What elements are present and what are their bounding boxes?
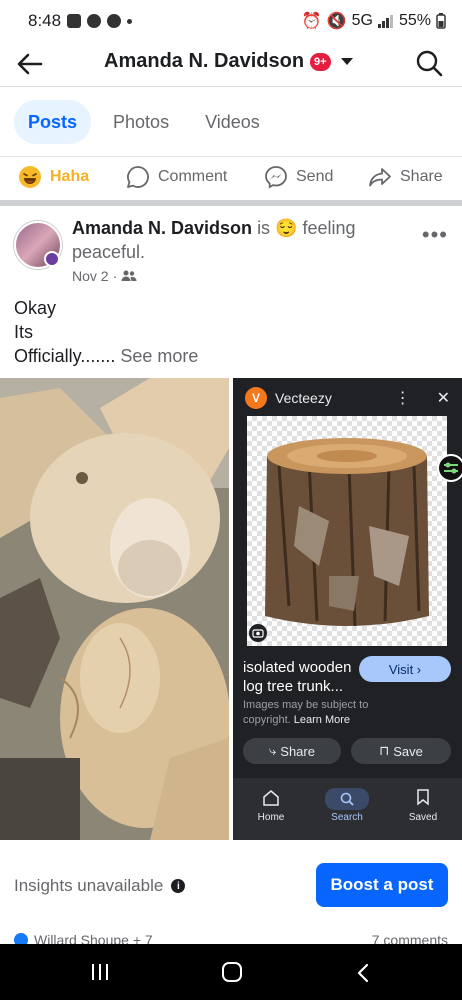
friends-icon: [121, 270, 137, 281]
home-icon: [263, 790, 279, 806]
status-time: 8:48: [28, 11, 62, 30]
post-photo-carving[interactable]: [0, 378, 229, 840]
lens-source-header: V Vecteezy ⋮ ✕: [245, 386, 450, 410]
visit-label: Visit: [388, 661, 414, 677]
lens-save-label: Save: [393, 743, 423, 759]
lens-nav-home-label: Home: [257, 812, 285, 823]
lens-caption: isolated wooden log tree trunk...: [243, 659, 352, 695]
share-arrow-icon: [369, 168, 391, 187]
battery-level: 55%: [398, 12, 431, 29]
lens-share-button: ⤷ Share: [243, 738, 341, 764]
insights-label: Insights unavailable: [14, 876, 164, 895]
post-options-icon[interactable]: •••: [422, 222, 448, 248]
meta-dot: ·: [112, 268, 118, 284]
share-button[interactable]: Share: [368, 165, 443, 189]
lens-camera-icon: [249, 624, 267, 642]
alarm-icon: ⏰: [301, 13, 322, 30]
profile-tabs: Posts Photos Videos: [14, 100, 274, 144]
lens-bottom-nav: Home Search Saved: [233, 778, 462, 840]
lens-nav-search: Search: [317, 788, 377, 823]
post-text-line-1: Okay: [14, 298, 57, 318]
log-image-area: [247, 416, 462, 646]
comment-label: Comment: [158, 168, 228, 185]
tab-photos[interactable]: Photos: [99, 100, 183, 144]
page-title: Amanda N. Davidson: [104, 50, 305, 72]
search-icon[interactable]: [414, 48, 444, 78]
notification-badge: 9+: [310, 52, 331, 71]
carving-photo-image: [0, 378, 229, 840]
tab-videos[interactable]: Videos: [191, 100, 274, 144]
status-bar: 8:48 ⏰ 🔇 5G 55%: [0, 0, 462, 42]
header-divider: [0, 86, 462, 87]
avatar-badge-icon: [44, 251, 60, 267]
post-text-line-3: Officially.......: [14, 346, 116, 366]
home-button-icon[interactable]: [222, 962, 242, 982]
haha-label: Haha: [50, 168, 90, 185]
kebab-menu-icon: ⋮: [394, 390, 411, 407]
system-back-icon[interactable]: [352, 962, 374, 984]
post-text-line-2: Its: [14, 322, 34, 342]
relieved-emoji-icon: 😌: [275, 218, 298, 238]
info-icon[interactable]: i: [171, 879, 186, 893]
see-more-link[interactable]: See more: [120, 346, 198, 366]
lens-nav-saved-label: Saved: [408, 812, 438, 823]
haha-button[interactable]: Haha: [18, 165, 89, 189]
haha-emoji-icon: [19, 166, 41, 188]
recent-apps-icon[interactable]: [92, 964, 108, 980]
tab-posts[interactable]: Posts: [14, 100, 92, 144]
close-icon: ✕: [436, 390, 450, 407]
lens-save-button: ⊓ Save: [351, 738, 451, 764]
share-label: Share: [400, 168, 443, 185]
top-bar: Amanda N. Davidson 9+: [0, 42, 462, 86]
network-label: 5G: [351, 12, 373, 29]
lens-nav-search-label: Search: [331, 812, 363, 823]
lens-nav-home: Home: [241, 788, 301, 823]
vecteezy-logo-icon: V: [245, 387, 267, 409]
send-label: Send: [296, 168, 334, 185]
section-separator: [0, 200, 462, 206]
share-icon: ⤷: [269, 743, 277, 758]
chevron-down-icon: [340, 58, 353, 65]
signal-icon: [377, 15, 393, 28]
battery-icon: [436, 13, 446, 29]
post-date[interactable]: Nov 2: [72, 268, 109, 284]
send-button[interactable]: Send: [264, 165, 333, 189]
status-prefix: is: [257, 218, 271, 238]
gallery-notification-icon: [67, 14, 82, 28]
boost-post-button[interactable]: Boost a post: [316, 863, 448, 907]
messenger-icon: [265, 166, 287, 189]
saved-icon: [417, 789, 429, 806]
lens-nav-saved: Saved: [393, 788, 453, 823]
source-name: Vecteezy: [275, 390, 332, 406]
profile-switcher[interactable]: Amanda N. Davidson 9+: [104, 50, 353, 73]
comment-icon: [127, 166, 149, 188]
post-action-row: Haha Comment Send Share: [0, 156, 462, 198]
messenger-notification-icon: [87, 14, 102, 28]
avatar[interactable]: [14, 221, 62, 269]
back-arrow-icon[interactable]: [14, 48, 46, 80]
more-notifications-icon: [127, 18, 133, 24]
post-meta: Nov 2 ·: [72, 268, 137, 284]
messenger-notification-icon-2: [107, 14, 122, 28]
tree-log-image: [265, 438, 429, 627]
post-author[interactable]: Amanda N. Davidson: [72, 218, 252, 238]
system-nav-bar: [0, 944, 462, 1000]
post-photo-screenshot[interactable]: V Vecteezy ⋮ ✕ isolated wooden log tree …: [233, 378, 462, 840]
learn-more-link: Learn More: [293, 714, 351, 726]
visit-button: Visit ›: [359, 656, 451, 682]
lens-search-icon: [340, 792, 354, 806]
post-author-line: Amanda N. Davidson is 😌 feeling peaceful…: [72, 216, 412, 264]
lens-adjust-icon: [437, 454, 462, 482]
mute-icon: 🔇: [326, 13, 347, 30]
lens-share-label: Share: [280, 743, 315, 759]
insights-status: Insights unavailable i: [14, 876, 186, 896]
copyright-notice: Images may be subject to copyright. Lear…: [243, 698, 413, 728]
post-text: Okay Its Officially....... See more: [14, 296, 198, 368]
bookmark-icon: ⊓: [379, 743, 390, 758]
comment-button[interactable]: Comment: [126, 165, 227, 189]
